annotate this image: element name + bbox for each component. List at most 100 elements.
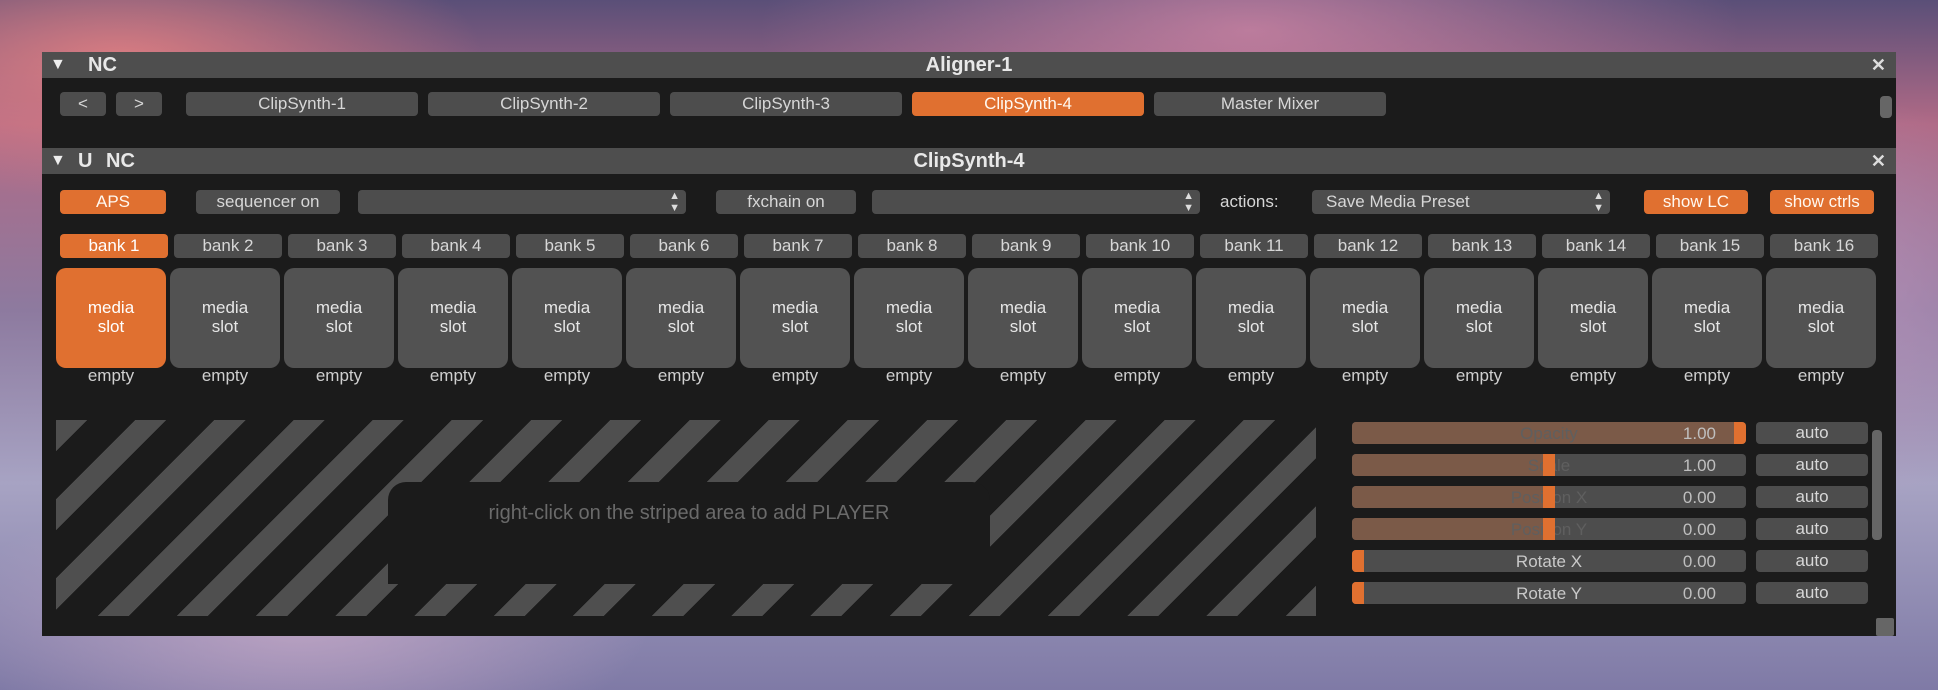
slot-label-line1: media [201, 298, 249, 317]
slot-label-line1: media [1797, 298, 1845, 317]
aligner-titlebar[interactable]: ▼ NC Aligner-1 ✕ [42, 52, 1896, 78]
auto-button[interactable]: auto [1756, 518, 1868, 540]
bank-10-button[interactable]: bank 10 [1086, 234, 1194, 258]
slot-state: empty [1797, 366, 1845, 385]
param-value: 1.00 [1682, 424, 1716, 443]
resize-handle[interactable] [1876, 618, 1894, 636]
tab-clipsynth-4[interactable]: ClipSynth-4 [912, 92, 1144, 116]
param-knob[interactable] [1352, 582, 1364, 604]
tab-master-mixer[interactable]: Master Mixer [1154, 92, 1386, 116]
auto-button[interactable]: auto [1756, 454, 1868, 476]
slot-state: empty [543, 366, 591, 385]
clipsynth-title: ClipSynth-4 [913, 150, 1025, 172]
bank-8-button[interactable]: bank 8 [858, 234, 966, 258]
slot-label-line2: slot [1693, 317, 1721, 336]
media-slot[interactable]: media slot [854, 268, 964, 368]
sequencer-select[interactable]: ▲ ▼ [358, 190, 686, 214]
show-ctrls-button[interactable]: show ctrls [1770, 190, 1874, 214]
bank-12-button[interactable]: bank 12 [1314, 234, 1422, 258]
bank-4-button[interactable]: bank 4 [402, 234, 510, 258]
media-slot[interactable]: media slot [626, 268, 736, 368]
bank-6-button[interactable]: bank 6 [630, 234, 738, 258]
auto-button[interactable]: auto [1756, 486, 1868, 508]
auto-button[interactable]: auto [1756, 422, 1868, 444]
tab-clipsynth-1[interactable]: ClipSynth-1 [186, 92, 418, 116]
param-slider[interactable]: Scale1.00 [1352, 454, 1746, 476]
slot-state: empty [999, 366, 1047, 385]
fxchain-toggle[interactable]: fxchain on [716, 190, 856, 214]
show-lc-button[interactable]: show LC [1644, 190, 1748, 214]
slot-state: empty [885, 366, 933, 385]
slot-label-line2: slot [1123, 317, 1151, 336]
clipsynth-titlebar[interactable]: ▼ U NC ClipSynth-4 ✕ [42, 148, 1896, 174]
bank-2-button[interactable]: bank 2 [174, 234, 282, 258]
fxchain-select[interactable]: ▲ ▼ [872, 190, 1200, 214]
slot-label-line1: media [1683, 298, 1731, 317]
bank-15-button[interactable]: bank 15 [1656, 234, 1764, 258]
stepper-arrows-icon: ▲ ▼ [669, 190, 680, 214]
param-knob[interactable] [1352, 550, 1364, 572]
sequencer-toggle[interactable]: sequencer on [196, 190, 340, 214]
media-slot[interactable]: media slot [170, 268, 280, 368]
media-slot[interactable]: media slot [1766, 268, 1876, 368]
slot-label-line2: slot [1237, 317, 1265, 336]
bank-5-button[interactable]: bank 5 [516, 234, 624, 258]
slot-label-line1: media [1569, 298, 1617, 317]
bank-9-button[interactable]: bank 9 [972, 234, 1080, 258]
slot-label-line2: slot [781, 317, 809, 336]
tab-clipsynth-3[interactable]: ClipSynth-3 [670, 92, 902, 116]
close-icon[interactable]: ✕ [1871, 52, 1886, 78]
slot-state: empty [1113, 366, 1161, 385]
slot-state: empty [1569, 366, 1617, 385]
media-slot[interactable]: media slot [1082, 268, 1192, 368]
bank-11-button[interactable]: bank 11 [1200, 234, 1308, 258]
slot-state: empty [1683, 366, 1731, 385]
auto-button[interactable]: auto [1756, 582, 1868, 604]
bank-1-button[interactable]: bank 1 [60, 234, 168, 258]
param-value: 0.00 [1682, 552, 1716, 571]
param-slider[interactable]: Rotate Y 0.00 [1352, 582, 1746, 604]
slot-state: empty [657, 366, 705, 385]
slot-label-line2: slot [325, 317, 353, 336]
bank-7-button[interactable]: bank 7 [744, 234, 852, 258]
media-slot[interactable]: media slot [740, 268, 850, 368]
slot-label-line1: media [1113, 298, 1161, 317]
aps-button[interactable]: APS [60, 190, 166, 214]
param-slider[interactable]: Opacity 1.00 [1352, 422, 1746, 444]
params-scrollbar[interactable] [1872, 430, 1882, 540]
param-slider[interactable]: Position Y 0.00 [1352, 518, 1746, 540]
param-slider[interactable]: Rotate X 0.00 [1352, 550, 1746, 572]
media-slot[interactable]: media slot [1310, 268, 1420, 368]
media-slot[interactable]: media slot [1424, 268, 1534, 368]
slot-label-line2: slot [211, 317, 239, 336]
actions-select[interactable]: Save Media Preset ▲ ▼ [1312, 190, 1610, 214]
actions-select-value: Save Media Preset [1326, 192, 1470, 211]
media-slot[interactable]: media slot [56, 268, 166, 368]
media-slot[interactable]: media slot [512, 268, 622, 368]
bank-14-button[interactable]: bank 14 [1542, 234, 1650, 258]
next-button[interactable]: > [116, 92, 162, 116]
media-slot[interactable]: media slot [398, 268, 508, 368]
bank-3-button[interactable]: bank 3 [288, 234, 396, 258]
param-slider[interactable]: Position X 0.00 [1352, 486, 1746, 508]
media-slot[interactable]: media slot [1652, 268, 1762, 368]
aligner-scrollbar[interactable] [1880, 96, 1892, 118]
param-knob[interactable] [1734, 422, 1746, 444]
param-knob[interactable] [1543, 486, 1555, 508]
media-slot[interactable]: media slot [1538, 268, 1648, 368]
stepper-arrows-icon: ▲ ▼ [1183, 190, 1194, 214]
bank-13-button[interactable]: bank 13 [1428, 234, 1536, 258]
auto-button[interactable]: auto [1756, 550, 1868, 572]
media-slot[interactable]: media slot [1196, 268, 1306, 368]
prev-button[interactable]: < [60, 92, 106, 116]
media-slot[interactable]: media slot [284, 268, 394, 368]
media-slot[interactable]: media slot [968, 268, 1078, 368]
slot-label-line1: media [543, 298, 591, 317]
tab-clipsynth-2[interactable]: ClipSynth-2 [428, 92, 660, 116]
player-hint-text: right-click on the striped area to add P… [388, 482, 990, 584]
bank-16-button[interactable]: bank 16 [1770, 234, 1878, 258]
param-knob[interactable] [1543, 454, 1555, 476]
close-icon[interactable]: ✕ [1871, 148, 1886, 174]
slot-label-line2: slot [1465, 317, 1493, 336]
param-knob[interactable] [1543, 518, 1555, 540]
